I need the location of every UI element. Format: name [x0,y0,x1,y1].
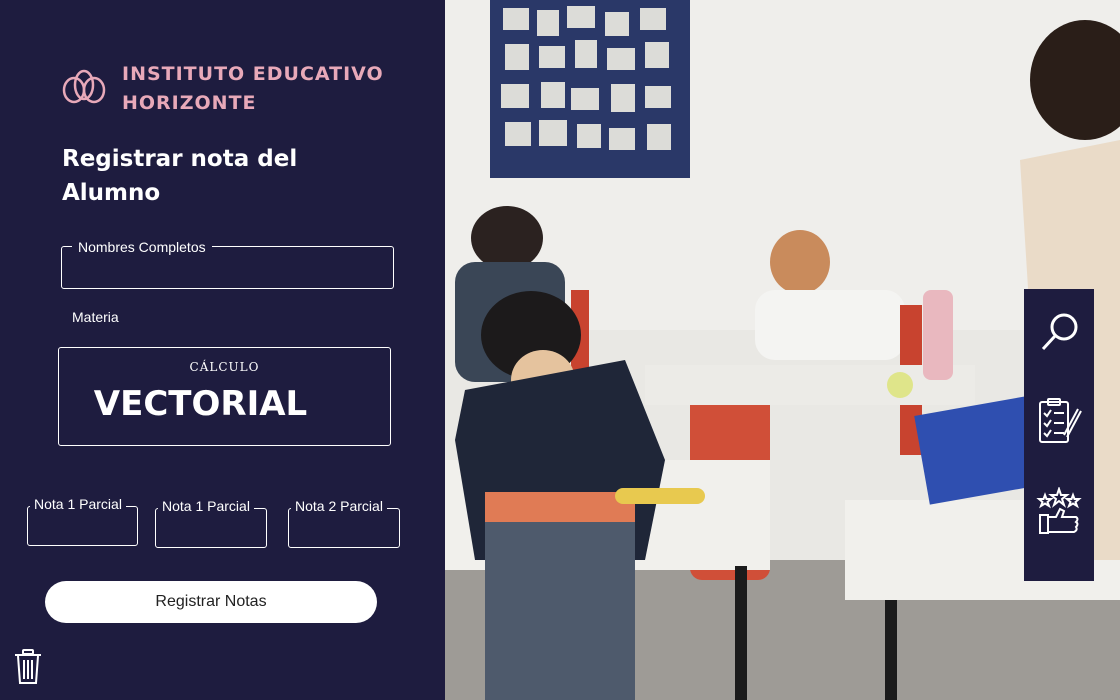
classroom-illustration [445,0,1120,700]
nota3-label: Nota 2 Parcial [291,498,387,514]
page-title: Registrar nota del Alumno [62,146,298,206]
brand-line-1: INSTITUTO EDUCATIVO [122,63,384,85]
rating-icon[interactable] [1034,487,1084,537]
registrar-notas-button[interactable]: Registrar Notas [45,581,377,623]
materia-line-2: VECTORIAL [93,384,308,424]
materia-label: Materia [72,309,119,325]
brand-line-2: HORIZONTE [122,92,257,114]
side-toolbar [1024,289,1094,581]
nota2-label: Nota 1 Parcial [158,498,254,514]
nota1-field[interactable]: Nota 1 Parcial [27,496,138,546]
classroom-photo [445,0,1120,700]
nota3-field[interactable]: Nota 2 Parcial [288,498,400,548]
materia-field[interactable]: CÁLCULO VECTORIAL [58,347,391,446]
nota2-field[interactable]: Nota 1 Parcial [155,498,267,548]
trash-icon[interactable] [12,648,44,686]
checklist-icon[interactable] [1034,397,1084,447]
nombres-label: Nombres Completos [72,239,212,255]
logo-icon [62,69,106,104]
brand-name: INSTITUTO EDUCATIVO HORIZONTE [122,60,384,118]
search-icon[interactable] [1034,307,1084,357]
form-panel: INSTITUTO EDUCATIVO HORIZONTE Registrar … [0,0,445,700]
nombres-field[interactable]: Nombres Completos [61,239,394,289]
materia-line-1: CÁLCULO [189,360,260,374]
nota1-label: Nota 1 Parcial [30,496,126,512]
